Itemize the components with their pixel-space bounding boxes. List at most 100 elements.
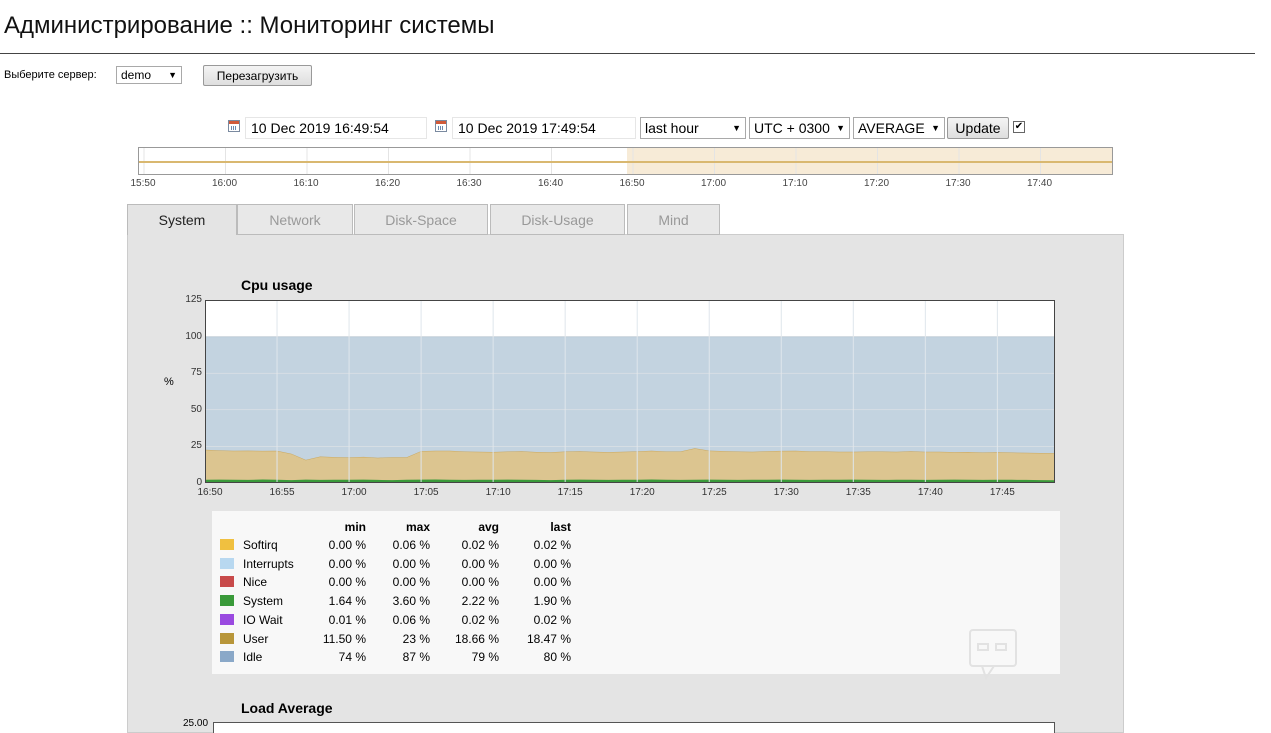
watermark-icon: [969, 629, 1017, 680]
date-from-input[interactable]: 10 Dec 2019 16:49:54: [245, 117, 427, 139]
legend-value-max: 3.60 %: [392, 594, 430, 609]
timeline-tick-label: 16:40: [537, 178, 564, 189]
legend-series-name: Nice: [243, 575, 268, 590]
timeline-svg: [139, 148, 1112, 174]
cpu-legend: min max avg last Softirq 0.00 % 0.06 % 0.02 % 0…: [212, 511, 1060, 674]
legend-value-avg: 0.00 %: [461, 556, 499, 571]
legend-row-io-wait: IO Wait 0.01 % 0.06 % 0.02 % 0.02 %: [212, 611, 1060, 629]
timeline-tick-label: 17:00: [700, 178, 727, 189]
server-select-value: demo: [121, 68, 152, 82]
legend-value-max: 0.00 %: [392, 556, 430, 571]
date-to-input[interactable]: 10 Dec 2019 17:49:54: [452, 117, 636, 139]
cpu-x-tick-label: 17:15: [557, 487, 583, 498]
legend-swatch: [220, 576, 234, 588]
load-y-top-label: 25.00: [183, 718, 209, 729]
legend-value-last: 0.02 %: [533, 538, 571, 552]
legend-value-last: 0.00 %: [533, 556, 571, 571]
legend-row-nice: Nice 0.00 % 0.00 % 0.00 % 0.00 %: [212, 573, 1060, 591]
legend-value-max: 0.06 %: [392, 538, 430, 552]
timeline-navigator[interactable]: [138, 147, 1113, 175]
tab-system[interactable]: System: [127, 204, 237, 235]
legend-row-system: System 1.64 % 3.60 % 2.22 % 1.90 %: [212, 592, 1060, 610]
period-select-value: last hour: [645, 120, 699, 136]
legend-swatch: [220, 557, 234, 569]
legend-swatch: [220, 613, 234, 625]
legend-series-name: System: [243, 594, 284, 609]
cpu-x-tick-label: 17:40: [917, 487, 943, 498]
cpu-chart: [205, 300, 1055, 483]
watermark-logo: [968, 628, 1020, 680]
legend-header-min: min: [344, 520, 366, 534]
timeline-tick-label: 16:50: [619, 178, 645, 189]
cpu-x-tick-label: 17:00: [341, 487, 367, 498]
cpu-x-tick-label: 17:10: [485, 487, 511, 498]
legend-value-last: 18.47 %: [526, 631, 571, 646]
legend-value-last: 0.02 %: [533, 612, 571, 627]
legend-value-min: 0.01 %: [328, 612, 366, 627]
legend-value-last: 80 %: [543, 650, 571, 665]
tab-mind[interactable]: Mind: [627, 204, 720, 235]
legend-value-min: 0.00 %: [328, 575, 366, 590]
server-select[interactable]: demo ▼: [116, 66, 182, 84]
chevron-down-icon: ▼: [836, 123, 845, 133]
cpu-x-tick-label: 17:30: [773, 487, 799, 498]
legend-value-min: 11.50 %: [322, 631, 366, 646]
legend-value-min: 0.00 %: [328, 538, 366, 552]
legend-swatch: [220, 595, 234, 607]
calendar-from-icon[interactable]: [228, 120, 240, 132]
cpu-x-tick-label: 17:20: [629, 487, 655, 498]
legend-swatch: [220, 539, 234, 550]
legend-value-avg: 0.00 %: [461, 575, 499, 590]
cpu-x-tick-label: 17:05: [413, 487, 439, 498]
title-divider: [0, 53, 1255, 54]
legend-value-last: 1.90 %: [533, 594, 571, 609]
period-select[interactable]: last hour ▼: [640, 117, 746, 139]
legend-series-name: IO Wait: [243, 612, 283, 627]
legend-value-last: 0.00 %: [533, 575, 571, 590]
cpu-x-tick-label: 17:35: [845, 487, 871, 498]
cpu-series-idle: [205, 336, 1055, 460]
timeline-tick-label: 16:30: [456, 178, 482, 189]
aggregation-select[interactable]: AVERAGE ▼: [853, 117, 945, 139]
tab-disk-space[interactable]: Disk-Space: [354, 204, 488, 235]
cpu-x-tick-label: 17:45: [989, 487, 1015, 498]
timeline-tick-label: 17:30: [945, 178, 971, 189]
legend-series-name: Idle: [243, 650, 263, 665]
timeline-tick-label: 16:20: [374, 178, 401, 189]
legend-value-max: 87 %: [402, 650, 430, 665]
timeline-tick-label: 17:40: [1026, 178, 1053, 189]
cpu-chart-title: Cpu usage: [241, 277, 313, 293]
load-chart-frame: [213, 722, 1055, 733]
legend-row-idle: Idle 74 % 87 % 79 % 80 %: [212, 648, 1060, 666]
legend-value-avg: 18.66 %: [454, 631, 499, 646]
timezone-select[interactable]: UTC + 0300 ▼: [749, 117, 850, 139]
legend-value-min: 1.64 %: [328, 594, 366, 609]
legend-value-max: 0.00 %: [392, 575, 430, 590]
cpu-y-tick-label: 75: [190, 367, 202, 379]
calendar-to-icon[interactable]: [435, 120, 447, 132]
legend-header-last: last: [550, 520, 571, 534]
legend-series-name: Softirq: [243, 538, 278, 552]
page-title: Администрирование :: Мониторинг системы: [4, 12, 495, 39]
cpu-y-tick-label: 50: [190, 403, 202, 415]
tab-network[interactable]: Network: [237, 204, 353, 235]
server-label: Выберите сервер:: [4, 69, 97, 81]
legend-row-softirq: Softirq 0.00 % 0.06 % 0.02 % 0.02 %: [212, 536, 1060, 554]
tab-disk-usage[interactable]: Disk-Usage: [490, 204, 625, 235]
legend-value-avg: 0.02 %: [461, 538, 499, 552]
legend-series-name: Interrupts: [243, 556, 294, 571]
legend-header-avg: avg: [478, 520, 499, 534]
legend-header-max: max: [405, 520, 430, 534]
cpu-x-tick-label: 16:55: [269, 487, 295, 498]
reload-button[interactable]: Перезагрузить: [203, 65, 312, 86]
legend-value-max: 0.06 %: [392, 612, 430, 627]
timeline-tick-label: 16:10: [293, 178, 319, 189]
legend-value-max: 23 %: [402, 631, 430, 646]
timeline-tick-label: 16:00: [211, 178, 238, 189]
legend-row-user: User 11.50 % 23 % 18.66 % 18.47 %: [212, 630, 1060, 648]
cpu-x-tick-label: 16:50: [197, 487, 223, 498]
auto-update-checkbox[interactable]: ✔: [1013, 121, 1025, 133]
cpu-y-tick-label: 25: [190, 440, 202, 452]
update-button[interactable]: Update: [947, 117, 1009, 139]
aggregation-select-value: AVERAGE: [858, 120, 925, 136]
